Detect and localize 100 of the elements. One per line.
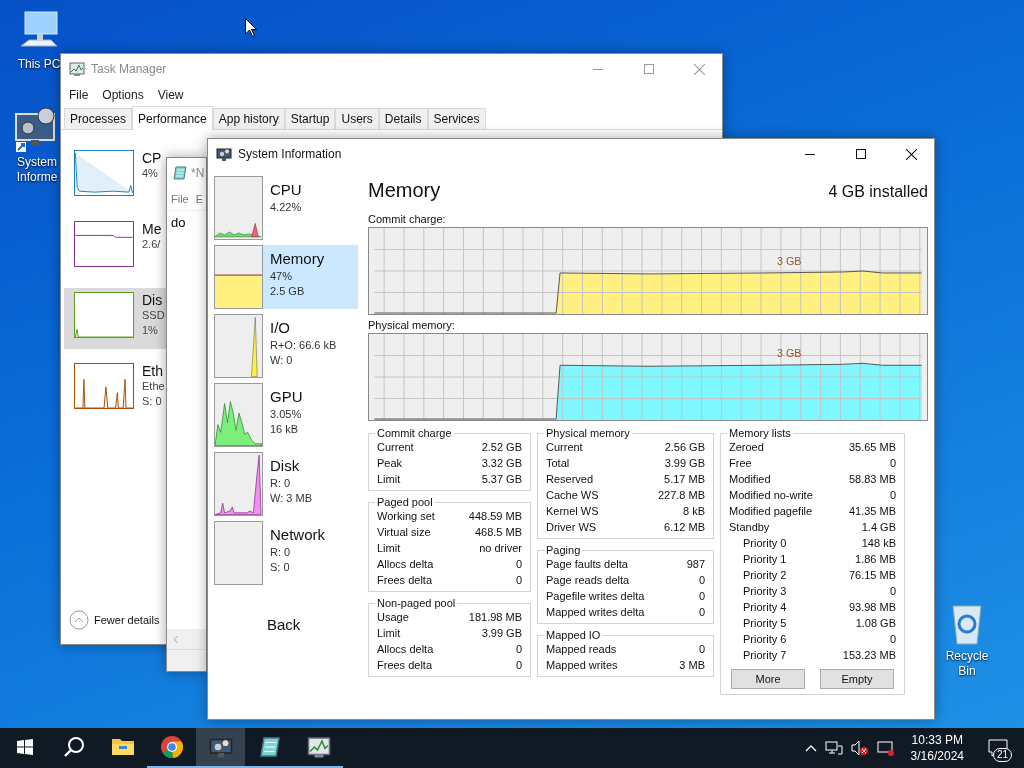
action-button[interactable]: Empty bbox=[820, 669, 894, 689]
stat-value: 58.83 MB bbox=[848, 473, 896, 485]
network-icon[interactable] bbox=[824, 740, 843, 756]
maximize-icon bbox=[855, 149, 866, 159]
nav-item[interactable]: Disk R: 0 W: 3 MB bbox=[263, 452, 358, 516]
stat-label: Mapped writes delta bbox=[546, 606, 645, 618]
notification-button[interactable]: 21 bbox=[980, 728, 1016, 768]
stat-value: 0 bbox=[889, 585, 896, 597]
icon-label: This PC bbox=[16, 57, 62, 72]
nav-item[interactable]: I/O R+O: 66.6 kB W: 0 bbox=[263, 314, 358, 378]
resource-item[interactable]: Eth Ethe S: 0 bbox=[64, 359, 167, 420]
resource-value: 4% bbox=[142, 166, 159, 181]
stat-value: 3.32 GB bbox=[481, 457, 522, 469]
resource-value: Ethe bbox=[142, 379, 165, 394]
stat-label: Priority 0 bbox=[743, 537, 787, 549]
icon-label: System Informe bbox=[15, 155, 59, 185]
usage-thumbnail bbox=[214, 176, 263, 240]
stat-label: Usage bbox=[377, 611, 409, 623]
tab[interactable]: App history bbox=[212, 108, 285, 129]
display-icon[interactable] bbox=[876, 740, 895, 756]
resource-item[interactable]: Me 2.6/ bbox=[64, 217, 167, 278]
clock[interactable]: 10:33 PM 3/16/2024 bbox=[902, 732, 972, 764]
monitor-gear-icon bbox=[216, 146, 232, 162]
resource-item[interactable]: Dis SSD 1% bbox=[64, 288, 167, 349]
group-title: Physical memory bbox=[545, 427, 631, 439]
nav-title: CPU bbox=[270, 180, 303, 200]
stat-label: Zeroed bbox=[729, 441, 764, 453]
tab[interactable]: Startup bbox=[284, 108, 336, 129]
resource-name: CP bbox=[142, 150, 162, 166]
tab[interactable]: Users bbox=[335, 108, 379, 129]
taskbar-button[interactable] bbox=[196, 728, 245, 768]
stat-value: 1.4 GB bbox=[861, 521, 896, 533]
stat-label: Mapped writes bbox=[546, 659, 618, 671]
stat-value: 2.52 GB bbox=[481, 441, 522, 453]
horizontal-scrollbar[interactable] bbox=[167, 629, 206, 649]
clock-time: 10:33 PM bbox=[911, 732, 963, 748]
stat-label: Priority 1 bbox=[743, 553, 787, 565]
notepad-icon bbox=[172, 165, 188, 181]
nav-value: 16 kB bbox=[270, 422, 300, 437]
stat-value: 0 bbox=[515, 659, 522, 671]
stat-value: 3 MB bbox=[679, 659, 705, 671]
clock-date: 3/16/2024 bbox=[910, 748, 964, 764]
stat-value: 35.65 MB bbox=[848, 441, 896, 453]
action-button[interactable]: More bbox=[731, 669, 805, 689]
muted-speaker-icon[interactable] bbox=[850, 740, 869, 756]
stat-value: 76.15 MB bbox=[848, 569, 896, 581]
usage-thumbnail bbox=[214, 245, 263, 309]
nav-value: 3.05% bbox=[270, 407, 303, 422]
nav-item[interactable]: CPU 4.22% bbox=[263, 176, 358, 240]
stat-value: 2.56 GB bbox=[664, 441, 705, 453]
stat-label: Priority 4 bbox=[743, 601, 787, 613]
tab[interactable]: Performance bbox=[132, 106, 213, 130]
stat-value: 93.98 MB bbox=[848, 601, 896, 613]
status-bar bbox=[167, 649, 206, 671]
stat-label: Page reads delta bbox=[546, 574, 630, 586]
stat-label: Current bbox=[377, 441, 414, 453]
group-title: Commit charge bbox=[376, 427, 453, 439]
stat-label: Kernel WS bbox=[546, 505, 599, 517]
stat-label: Priority 5 bbox=[743, 617, 787, 629]
nav-item[interactable]: Memory 47% 2.5 GB bbox=[263, 245, 358, 309]
resource-name: Dis bbox=[142, 292, 164, 308]
stat-value: 227.8 MB bbox=[657, 489, 705, 501]
chart-window-icon bbox=[306, 735, 331, 759]
tab[interactable]: Processes bbox=[64, 108, 133, 129]
nav-value: W: 3 MB bbox=[270, 491, 313, 506]
stat-label: Frees delta bbox=[377, 659, 433, 671]
menu-item[interactable]: View bbox=[157, 88, 184, 102]
close-icon bbox=[906, 148, 917, 160]
usage-thumbnail bbox=[214, 314, 263, 378]
menu-item[interactable]: File bbox=[69, 88, 89, 102]
stat-label: Limit bbox=[377, 627, 401, 639]
nav-value: 4.22% bbox=[270, 200, 303, 215]
window-title: System Information bbox=[238, 147, 343, 161]
stat-value: 1.08 GB bbox=[855, 617, 896, 629]
notification-count: 21 bbox=[992, 748, 1012, 762]
tab[interactable]: Services bbox=[427, 108, 486, 129]
usage-thumbnail bbox=[214, 383, 263, 447]
search-icon bbox=[62, 736, 85, 758]
stat-label: Page faults delta bbox=[546, 558, 628, 570]
stat-label: Driver WS bbox=[546, 521, 597, 533]
fewer-details-link[interactable]: Fewer details bbox=[94, 614, 160, 626]
tab[interactable]: Details bbox=[378, 108, 428, 129]
stat-value: 41.35 MB bbox=[848, 505, 896, 517]
back-button[interactable]: Back bbox=[267, 616, 301, 633]
stat-value: 153.23 MB bbox=[842, 649, 896, 661]
stat-value: 5.17 MB bbox=[664, 473, 705, 485]
menu-item[interactable]: Options bbox=[102, 88, 144, 102]
chevron-up-icon[interactable] bbox=[804, 744, 817, 752]
menu-item[interactable]: File bbox=[171, 193, 189, 205]
chevron-up-icon bbox=[69, 610, 89, 630]
maximize-icon bbox=[643, 64, 654, 74]
nav-item[interactable]: GPU 3.05% 16 kB bbox=[263, 383, 358, 447]
resource-value: SSD bbox=[142, 308, 165, 323]
close-icon bbox=[694, 63, 705, 75]
resource-item[interactable]: CP 4% bbox=[64, 146, 167, 207]
nav-title: I/O bbox=[270, 318, 291, 338]
nav-item[interactable]: Network R: 0 S: 0 bbox=[263, 521, 358, 585]
chart-window-icon bbox=[69, 61, 85, 77]
menu-item[interactable]: E bbox=[195, 193, 204, 205]
stat-label: Working set bbox=[377, 510, 435, 522]
